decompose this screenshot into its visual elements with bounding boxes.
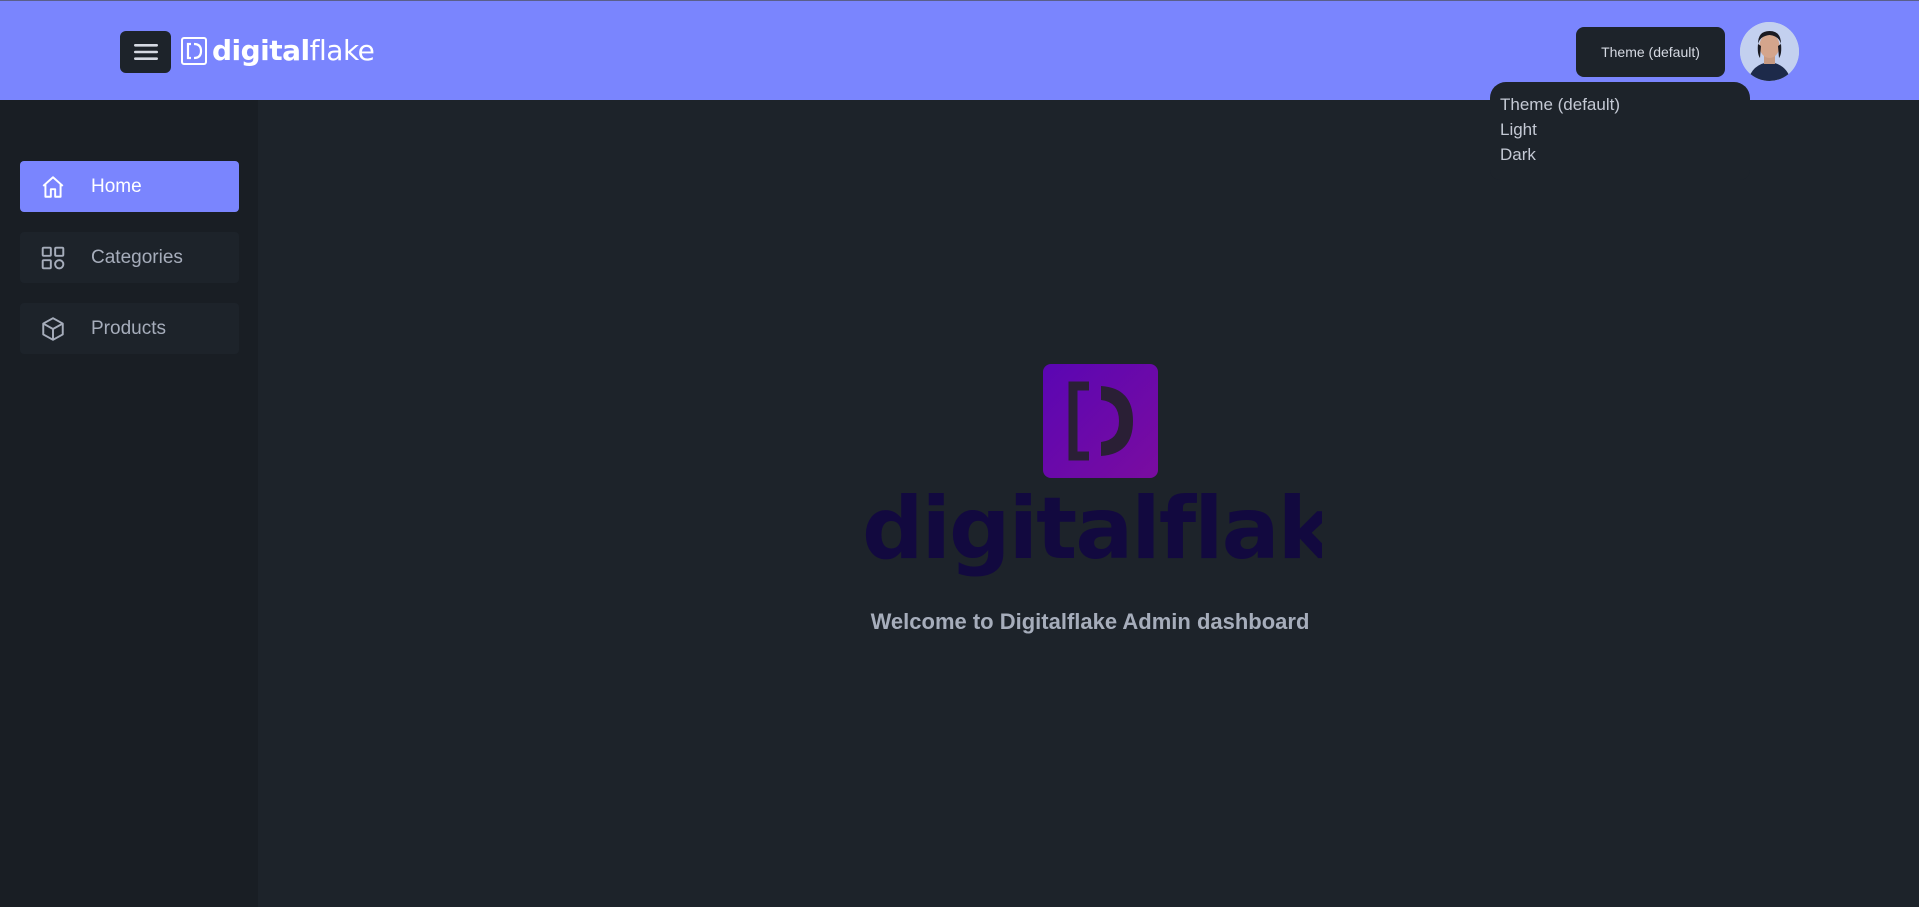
avatar[interactable] <box>1740 22 1799 81</box>
logo-wordmark: digitalflake <box>212 34 375 67</box>
hamburger-menu-button[interactable] <box>120 31 171 73</box>
sidebar-item-label: Home <box>91 175 142 197</box>
welcome-message: Welcome to Digitalflake Admin dashboard <box>870 609 1310 634</box>
sidebar-item-label: Products <box>91 317 166 339</box>
theme-option-light[interactable]: Light <box>1500 117 1740 142</box>
logo-light-text: flake <box>309 34 375 67</box>
user-avatar-icon <box>1740 22 1799 81</box>
hero-brand-wordmark: digitalflake <box>862 479 1322 578</box>
box-icon <box>42 317 64 341</box>
hero-brand-text: digitalflake <box>862 479 1322 578</box>
sidebar-item-home[interactable]: Home <box>20 161 239 212</box>
theme-select-button[interactable]: Theme (default) <box>1576 27 1725 77</box>
logo-bold-text: digital <box>212 34 310 67</box>
sidebar: Home Categories Products <box>0 100 258 907</box>
logo-mark-icon <box>181 37 207 65</box>
theme-option-default[interactable]: Theme (default) <box>1500 92 1740 117</box>
sidebar-item-products[interactable]: Products <box>20 303 239 354</box>
sidebar-item-categories[interactable]: Categories <box>20 232 239 283</box>
grid-icon <box>41 246 65 270</box>
brand-logo[interactable]: digitalflake <box>181 34 375 68</box>
menu-icon <box>133 44 158 60</box>
theme-option-dark[interactable]: Dark <box>1500 142 1740 167</box>
hero-logo-mark <box>1043 364 1158 478</box>
home-icon <box>42 176 64 198</box>
sidebar-item-label: Categories <box>91 246 183 268</box>
digitalflake-mark-icon <box>1068 381 1133 461</box>
theme-dropdown-menu: Theme (default) Light Dark <box>1490 82 1750 180</box>
